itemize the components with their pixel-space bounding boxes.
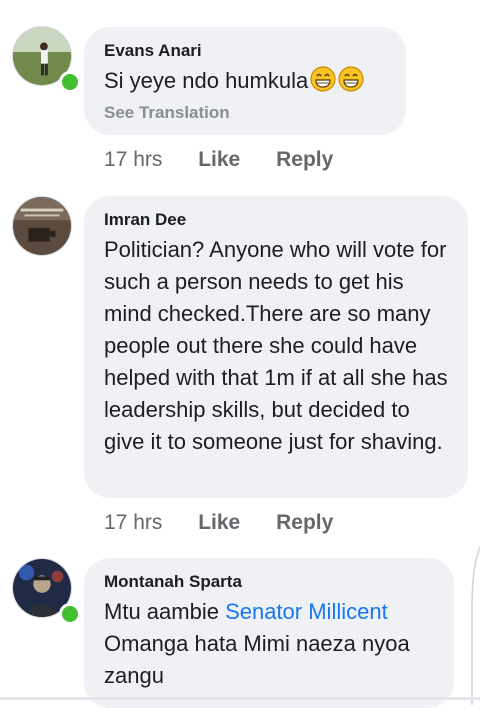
- comment-text: Politician? Anyone who will vote for suc…: [104, 237, 448, 454]
- comment-actions: 17 hrs Like Reply: [104, 511, 363, 535]
- scroll-edge-divider: [471, 545, 480, 705]
- see-translation-link[interactable]: See Translation: [104, 103, 386, 123]
- comment-text-body: Si yeye ndo humkula: [104, 68, 309, 93]
- comment-text-before: Mtu aambie: [104, 599, 226, 624]
- reply-button[interactable]: Reply: [276, 148, 333, 172]
- comment-author[interactable]: Imran Dee: [104, 210, 448, 230]
- comment-bubble[interactable]: Evans Anari Si yeye ndo humkula See Tran…: [84, 27, 406, 135]
- comment-actions: 17 hrs Like Reply: [104, 148, 363, 172]
- comment-bubble[interactable]: Montanah Sparta Mtu aambie Senator Milli…: [84, 558, 454, 708]
- comment-bubble[interactable]: Imran Dee Politician? Anyone who will vo…: [84, 196, 468, 498]
- comment-timestamp[interactable]: 17 hrs: [104, 148, 162, 172]
- avatar[interactable]: [12, 196, 72, 256]
- online-status-dot: [59, 71, 81, 93]
- comment-text: Si yeye ndo humkula: [104, 65, 386, 97]
- online-status-dot: [59, 603, 81, 625]
- avatar-photo: [13, 197, 71, 255]
- grinning-face-emoji-icon: [338, 66, 364, 92]
- comment-text-after: Omanga hata Mimi naeza nyoa zangu: [104, 631, 410, 688]
- grinning-face-emoji-icon: [310, 66, 336, 92]
- like-button[interactable]: Like: [198, 148, 240, 172]
- comment-author[interactable]: Evans Anari: [104, 41, 386, 61]
- comment-author[interactable]: Montanah Sparta: [104, 572, 434, 592]
- like-button[interactable]: Like: [198, 511, 240, 535]
- reply-button[interactable]: Reply: [276, 511, 333, 535]
- comment-timestamp[interactable]: 17 hrs: [104, 511, 162, 535]
- mention-link[interactable]: Senator Millicent: [225, 599, 388, 624]
- comment-text: Mtu aambie Senator Millicent Omanga hata…: [104, 596, 434, 692]
